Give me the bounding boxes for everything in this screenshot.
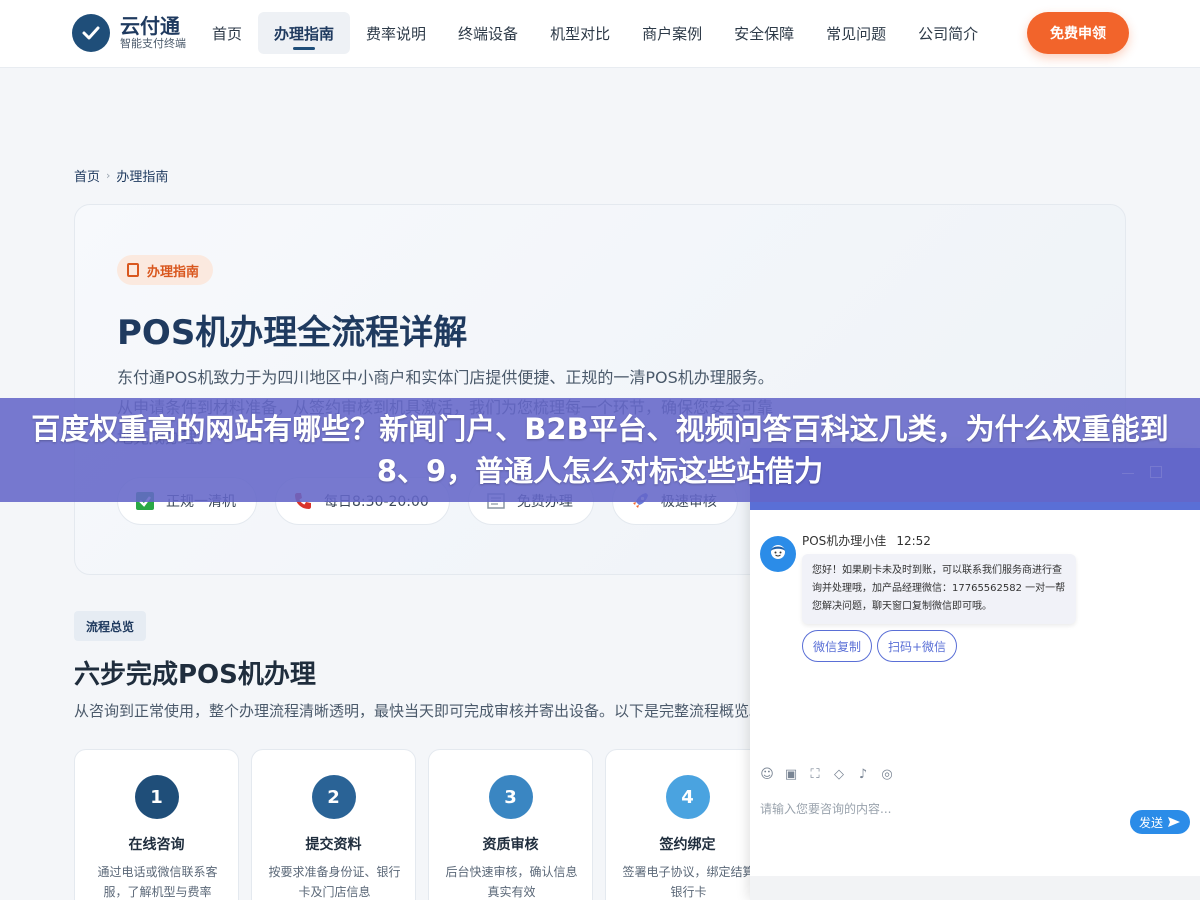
chat-footer — [750, 876, 1200, 900]
sound-icon[interactable]: ♪ — [856, 768, 870, 782]
agent-avatar — [760, 536, 796, 572]
breadcrumb: 首页 › 办理指南 — [74, 166, 168, 185]
step-number: 1 — [134, 775, 179, 819]
logo-check-icon — [72, 14, 110, 52]
step-description: 按要求准备身份证、银行卡及门店信息 — [268, 865, 401, 899]
chat-toolbar: ☺ ▣ ⛶ ◇ ♪ ◎ — [750, 768, 1200, 790]
step-number: 4 — [665, 775, 710, 819]
step-card: 4 签约绑定 签署电子协议，绑定结算银行卡 — [605, 749, 770, 900]
nav-item-rates[interactable]: 费率说明 — [350, 12, 442, 54]
section-badge: 流程总览 — [74, 611, 147, 641]
hero-badge-label: 办理指南 — [147, 264, 200, 280]
nav-item-compare[interactable]: 机型对比 — [534, 12, 626, 54]
screenshot-icon[interactable]: ⛶ — [808, 768, 822, 782]
nav-item-guide[interactable]: 办理指南 — [258, 12, 351, 54]
step-title: 资质审核 — [482, 837, 539, 853]
apply-button[interactable]: 免费申领 — [1027, 12, 1129, 54]
chat-messages: POS机办理小佳 12:52 您好！如果刷卡未及时到账，可以联系我们服务商进行查询… — [750, 510, 1200, 768]
send-button[interactable]: 发送 — [1130, 810, 1190, 834]
image-icon[interactable]: ▣ — [784, 768, 798, 782]
logo-text: 云付通 智能支付终端 — [120, 15, 186, 51]
agent-name: POS机办理小佳 — [802, 534, 887, 548]
site-header: 云付通 智能支付终端 首页 办理指南 费率说明 终端设备 机型对比 商户案例 安… — [0, 0, 1200, 68]
section-description: 从咨询到正常使用，整个办理流程清晰透明，最快当天即可完成审核并寄出设备。以下是完… — [74, 702, 754, 720]
nav-item-devices[interactable]: 终端设备 — [442, 12, 534, 54]
overlay-headline: 百度权重高的网站有哪些？新闻门户、B2B平台、视频问答百科这几类，为什么权重能到… — [31, 412, 1169, 488]
send-label: 发送 — [1138, 815, 1163, 830]
chat-bubbles-icon[interactable]: ◎ — [880, 768, 894, 782]
scan-wechat-button[interactable]: 扫码+微信 — [877, 630, 958, 662]
agent-name-line: POS机办理小佳 12:52 — [802, 532, 931, 549]
nav-item-home[interactable]: 首页 — [196, 12, 258, 54]
step-number: 3 — [488, 775, 533, 819]
chat-widget: POS机办理小佳 12:52 您好！如果刷卡未及时到账，可以联系我们服务商进行查询… — [750, 448, 1200, 900]
step-description: 签署电子协议，绑定结算银行卡 — [622, 865, 755, 899]
breadcrumb-chevron-icon: › — [106, 169, 111, 182]
logo[interactable]: 云付通 智能支付终端 — [72, 14, 186, 52]
nav-item-cases[interactable]: 商户案例 — [626, 12, 718, 54]
logo-name: 云付通 — [120, 14, 180, 38]
logo-tagline: 智能支付终端 — [120, 37, 186, 50]
step-title: 签约绑定 — [659, 837, 716, 853]
send-arrow-icon — [1168, 817, 1180, 827]
chat-input[interactable]: 请输入您要咨询的内容... — [760, 800, 891, 817]
emoji-icon[interactable]: ☺ — [760, 768, 774, 782]
headline-overlay: 百度权重高的网站有哪些？新闻门户、B2B平台、视频问答百科这几类，为什么权重能到… — [0, 398, 1200, 502]
step-card: 3 资质审核 后台快速审核，确认信息真实有效 — [428, 749, 593, 900]
step-number: 2 — [311, 775, 356, 819]
breadcrumb-home[interactable]: 首页 — [74, 166, 100, 185]
steps-list: 1 在线咨询 通过电话或微信联系客服，了解机型与费率 2 提交资料 按要求准备身… — [74, 749, 782, 900]
nav-item-about[interactable]: 公司简介 — [902, 12, 994, 54]
step-description: 通过电话或微信联系客服，了解机型与费率 — [97, 865, 218, 899]
section-title: 六步完成POS机办理 — [74, 660, 316, 690]
copy-wechat-button[interactable]: 微信复制 — [802, 630, 873, 662]
nav-item-faq[interactable]: 常见问题 — [810, 12, 902, 54]
hero-badge: 办理指南 — [117, 255, 214, 285]
message-bubble: 您好！如果刷卡未及时到账，可以联系我们服务商进行查询并处理哦，加产品经理微信：1… — [802, 554, 1076, 624]
breadcrumb-current: 办理指南 — [116, 170, 169, 185]
message-time: 12:52 — [896, 534, 931, 548]
main-nav: 首页 办理指南 费率说明 终端设备 机型对比 商户案例 安全保障 常见问题 公司… — [196, 12, 994, 54]
step-title: 在线咨询 — [128, 837, 185, 853]
step-title: 提交资料 — [305, 837, 362, 853]
step-card: 1 在线咨询 通过电话或微信联系客服，了解机型与费率 — [74, 749, 239, 900]
page-title: POS机办理全流程详解 — [117, 313, 468, 353]
step-description: 后台快速审核，确认信息真实有效 — [445, 865, 578, 899]
step-card: 2 提交资料 按要求准备身份证、银行卡及门店信息 — [251, 749, 416, 900]
clipboard-icon — [127, 263, 139, 277]
shield-icon[interactable]: ◇ — [832, 768, 846, 782]
nav-item-security[interactable]: 安全保障 — [718, 12, 810, 54]
